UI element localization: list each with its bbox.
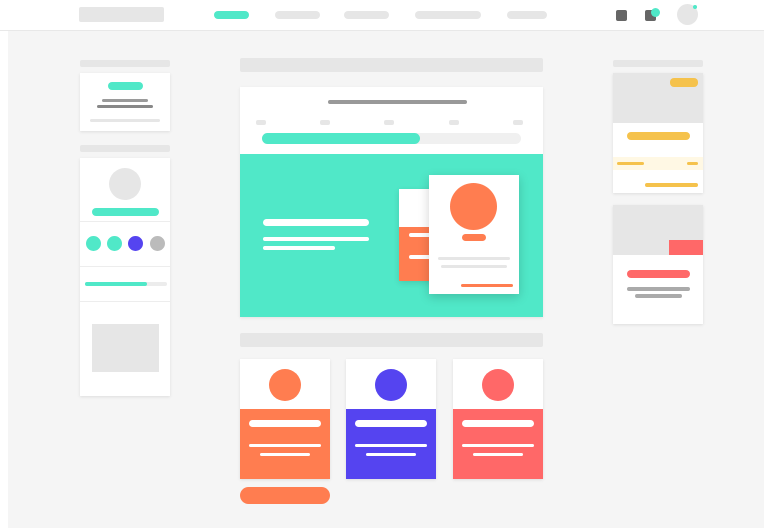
- card-title-line: [462, 420, 534, 427]
- image-placeholder: [92, 324, 159, 372]
- nav-item-4[interactable]: [415, 11, 481, 19]
- yellow-card[interactable]: [613, 73, 703, 193]
- yellow-badge: [670, 78, 698, 87]
- preview-text-line-2: [441, 265, 507, 268]
- divider: [80, 301, 170, 302]
- color-swatch-gray[interactable]: [150, 236, 165, 251]
- card-color-block: [453, 409, 543, 479]
- yellow-footer-line: [645, 183, 698, 187]
- main-heading-bar: [240, 58, 543, 72]
- preview-avatar: [450, 183, 497, 230]
- coral-badge: [669, 240, 703, 255]
- card-text-line-2: [366, 453, 416, 456]
- front-preview-card: [429, 175, 519, 294]
- feature-card-orange[interactable]: [240, 359, 330, 479]
- hero-title-bar: [328, 100, 467, 104]
- card-text-line: [462, 444, 534, 447]
- preview-tag: [462, 234, 486, 241]
- card-color-block: [346, 409, 436, 479]
- feature-card-purple[interactable]: [346, 359, 436, 479]
- card-avatar: [482, 369, 514, 401]
- divider: [80, 266, 170, 267]
- left-sidebar-heading-2: [80, 145, 170, 152]
- card-text-line-2: [260, 453, 310, 456]
- card-color-block: [240, 409, 330, 479]
- teal-tag: [108, 82, 143, 90]
- online-indicator-icon: [693, 5, 697, 9]
- profile-card: [80, 158, 170, 396]
- card-title-line: [249, 420, 321, 427]
- card-avatar: [375, 369, 407, 401]
- banner-title-line: [263, 219, 369, 226]
- card-text-line: [355, 444, 427, 447]
- yellow-row-line: [617, 162, 644, 165]
- left-sidebar-heading-1: [80, 60, 170, 67]
- yellow-title-bar: [627, 132, 690, 140]
- left-sidebar-card-1: [80, 73, 170, 131]
- step-dot-5[interactable]: [513, 120, 523, 125]
- card-text-line-2: [473, 453, 523, 456]
- coral-text-line-2: [635, 294, 682, 298]
- color-swatch-teal[interactable]: [86, 236, 101, 251]
- step-dot-2[interactable]: [320, 120, 330, 125]
- hero-card: [240, 87, 543, 317]
- color-swatch-teal-2[interactable]: [107, 236, 122, 251]
- nav-item-2[interactable]: [275, 11, 320, 19]
- top-header: [0, 0, 764, 31]
- text-line: [90, 119, 160, 122]
- section-heading-bar: [240, 333, 543, 347]
- nav-item-5[interactable]: [507, 11, 547, 19]
- nav-item-3[interactable]: [344, 11, 389, 19]
- square-icon[interactable]: [616, 10, 627, 21]
- nav-item-1[interactable]: [214, 11, 249, 19]
- coral-card[interactable]: [613, 205, 703, 324]
- back-preview-card: [399, 189, 433, 281]
- step-dot-1[interactable]: [256, 120, 266, 125]
- coral-text-line: [627, 287, 690, 291]
- text-line: [102, 99, 148, 102]
- slider-fill: [85, 282, 147, 286]
- logo-placeholder[interactable]: [79, 7, 164, 22]
- step-dot-4[interactable]: [449, 120, 459, 125]
- card-title-line: [355, 420, 427, 427]
- preview-text-line: [438, 257, 510, 260]
- profile-avatar: [109, 168, 141, 200]
- cta-button[interactable]: [240, 487, 330, 504]
- step-dot-3[interactable]: [384, 120, 394, 125]
- progress-fill: [262, 133, 420, 144]
- text-line: [97, 105, 153, 108]
- card-avatar: [269, 369, 301, 401]
- hero-banner: [240, 154, 543, 317]
- coral-title-bar: [627, 270, 690, 278]
- banner-text-line-2: [263, 246, 335, 250]
- right-sidebar-heading: [613, 60, 703, 67]
- divider: [80, 221, 170, 222]
- banner-text-line: [263, 237, 369, 241]
- feature-card-coral[interactable]: [453, 359, 543, 479]
- notification-badge: [651, 8, 660, 17]
- preview-link-line: [461, 284, 513, 287]
- color-swatch-purple[interactable]: [128, 236, 143, 251]
- profile-name-bar: [92, 208, 159, 216]
- card-text-line: [249, 444, 321, 447]
- yellow-row-line-2: [687, 162, 698, 165]
